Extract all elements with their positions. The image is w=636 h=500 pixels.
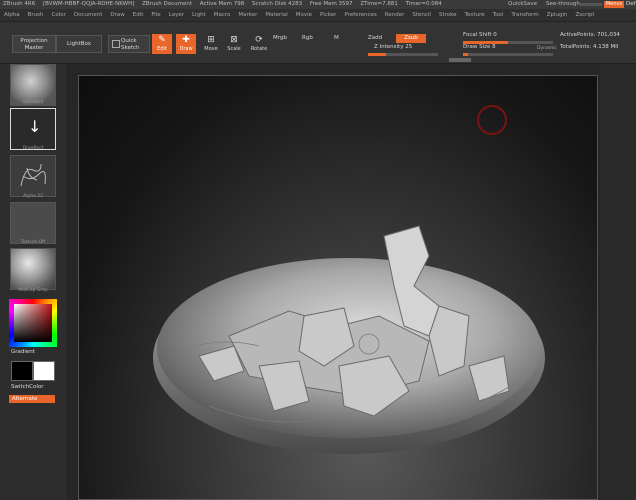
rotate-icon: ⟳ <box>255 35 263 45</box>
rotate-button[interactable]: ⟳ Rotate <box>249 34 269 54</box>
menus-button[interactable]: Menus <box>604 1 624 8</box>
draw-button[interactable]: ✚ Draw <box>176 34 196 54</box>
alpha-thumbnail[interactable] <box>10 155 56 197</box>
menu-layer[interactable]: Layer <box>169 9 184 21</box>
quick-sketch-label: Quick Sketch <box>121 38 140 51</box>
texture-thumbnail[interactable] <box>10 202 56 244</box>
menu-draw[interactable]: Draw <box>110 9 124 21</box>
draw-size-slider[interactable] <box>463 53 553 56</box>
m-button[interactable]: M <box>334 35 339 42</box>
menu-document[interactable]: Document <box>74 9 103 21</box>
menu-picker[interactable]: Picker <box>320 9 336 21</box>
shelf-collapse-tab[interactable] <box>449 58 471 62</box>
edit-label: Edit <box>157 46 167 52</box>
material-label: MatCap Gray <box>18 288 48 293</box>
z-intensity-slider[interactable] <box>368 53 438 56</box>
menu-alpha[interactable]: Alpha <box>4 9 20 21</box>
stroke-thumbnail[interactable]: ↓ <box>10 108 56 150</box>
scratch-disk: Scratch Disk 4283 <box>252 1 303 7</box>
title-bar: ZBrush 4R6 [BVWM-HBBF-QQJA-RDHE-NKWH] ZB… <box>0 0 636 9</box>
edit-button[interactable]: ✎ Edit <box>152 34 172 54</box>
menu-light[interactable]: Light <box>192 9 206 21</box>
alpha-label: Alpha 22 <box>23 194 43 199</box>
timer: Timer=0.084 <box>405 1 442 7</box>
zadd-button[interactable]: Zadd <box>368 35 382 42</box>
z-intensity-label: Z Intensity 25 <box>374 44 413 50</box>
move-button[interactable]: ⊞ Move <box>201 34 221 54</box>
color-picker[interactable] <box>9 299 57 347</box>
right-shelf <box>600 64 636 500</box>
menu-stencil[interactable]: Stencil <box>412 9 431 21</box>
left-tray: Standard ↓ DragRect Alpha 22 Texture Off… <box>0 64 66 500</box>
top-shelf: Projection Master LightBox Quick Sketch … <box>0 22 636 64</box>
quick-sketch-button[interactable]: Quick Sketch <box>108 35 150 53</box>
menu-color[interactable]: Color <box>52 9 66 21</box>
alternate-button[interactable]: Alternate <box>9 395 55 403</box>
stroke-label: DragRect <box>22 146 44 151</box>
serial-number: [BVWM-HBBF-QQJA-RDHE-NKWH] <box>42 1 135 7</box>
free-mem: Free Mem 3597 <box>309 1 353 7</box>
menu-tool[interactable]: Tool <box>493 9 504 21</box>
document-canvas[interactable] <box>78 75 598 500</box>
focal-shift-label: Focal Shift 0 <box>463 32 497 38</box>
menu-stroke[interactable]: Stroke <box>439 9 457 21</box>
move-label: Move <box>204 46 218 52</box>
ztime: ZTime=7.881 <box>360 1 398 7</box>
projection-master-button[interactable]: Projection Master <box>12 35 56 53</box>
zsub-button[interactable]: Zsub <box>396 34 426 43</box>
dynamic-button[interactable]: Dynamic <box>537 45 557 52</box>
menu-marker[interactable]: Marker <box>238 9 257 21</box>
lightbox-button[interactable]: LightBox <box>56 35 102 53</box>
see-through-slider[interactable] <box>580 3 602 6</box>
arrow-down-icon: ↓ <box>28 117 42 136</box>
menu-macro[interactable]: Macro <box>214 9 231 21</box>
texture-label: Texture Off <box>20 240 46 245</box>
scale-label: Scale <box>227 46 241 52</box>
scale-button[interactable]: ⊠ Scale <box>224 34 244 54</box>
brush-label: Standard <box>22 100 44 105</box>
default-script-button[interactable]: Def <box>626 0 636 9</box>
z-intensity-fill <box>368 53 386 56</box>
scale-icon: ⊠ <box>230 35 238 45</box>
draw-icon: ✚ <box>182 35 190 45</box>
active-mem: Active Mem 798 <box>199 1 245 7</box>
draw-size-label: Draw Size 8 <box>463 44 496 50</box>
menu-zscript[interactable]: Zscript <box>575 9 594 21</box>
menu-brush[interactable]: Brush <box>28 9 44 21</box>
see-through-label: See-through <box>546 1 580 7</box>
menu-preferences[interactable]: Preferences <box>344 9 376 21</box>
rotate-label: Rotate <box>250 46 268 52</box>
draw-size-fill <box>463 53 468 56</box>
quick-sketch-icon <box>112 40 120 48</box>
app-title: ZBrush 4R6 <box>3 1 36 7</box>
material-thumbnail[interactable] <box>10 248 56 290</box>
menu-edit[interactable]: Edit <box>133 9 144 21</box>
total-points-label: TotalPoints: 4.138 Mil <box>560 44 619 50</box>
menu-file[interactable]: File <box>151 9 160 21</box>
rgb-button[interactable]: Rgb <box>302 35 313 42</box>
edit-icon: ✎ <box>158 35 166 45</box>
document-name: ZBrush Document <box>142 1 193 7</box>
draw-label: Draw <box>179 46 193 52</box>
menu-bar: Alpha Brush Color Document Draw Edit File Layer… <box>0 9 636 22</box>
switch-color-button[interactable]: SwitchColor <box>11 384 44 390</box>
brush-cursor <box>477 105 507 135</box>
color-saturation-square[interactable] <box>14 304 52 342</box>
mrgb-button[interactable]: Mrgb <box>273 35 287 42</box>
gradient-button[interactable]: Gradient <box>11 349 35 355</box>
menu-movie[interactable]: Movie <box>296 9 312 21</box>
alpha-scribble-icon <box>20 163 46 187</box>
menu-zplugin[interactable]: Zplugin <box>547 9 568 21</box>
secondary-color-swatch[interactable] <box>33 361 55 381</box>
main-color-swatch[interactable] <box>11 361 33 381</box>
active-points-label: ActivePoints: 701,034 <box>560 32 620 38</box>
move-icon: ⊞ <box>207 35 215 45</box>
quicksave-button[interactable]: QuickSave <box>508 0 537 9</box>
menu-texture[interactable]: Texture <box>465 9 485 21</box>
menu-render[interactable]: Render <box>385 9 405 21</box>
sculpted-base-model <box>153 225 545 454</box>
menu-material[interactable]: Material <box>265 9 287 21</box>
menu-transform[interactable]: Transform <box>511 9 538 21</box>
